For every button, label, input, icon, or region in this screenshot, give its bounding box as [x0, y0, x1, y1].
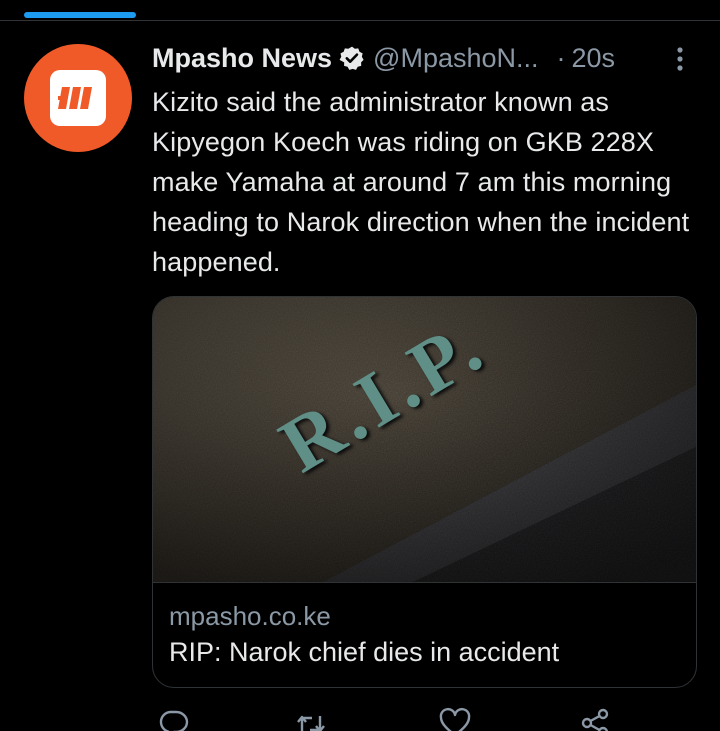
retweet-icon[interactable] [294, 706, 328, 731]
card-domain: mpasho.co.ke [169, 601, 331, 631]
link-card[interactable]: R.I.P. mpasho.co.ke RIP: Narok chief die… [152, 296, 697, 688]
separator-dot: · [556, 42, 566, 73]
timestamp[interactable]: 20s [572, 43, 616, 74]
top-divider [0, 20, 720, 21]
card-image: R.I.P. [153, 297, 696, 582]
avatar[interactable] [24, 44, 132, 152]
heart-icon[interactable] [438, 706, 472, 731]
display-name[interactable]: Mpasho News [152, 43, 332, 74]
verified-badge-icon [339, 45, 365, 71]
card-title[interactable]: RIP: Narok chief dies in accident [169, 637, 559, 668]
action-bar [152, 706, 622, 731]
active-tab-indicator [24, 12, 136, 18]
reply-icon[interactable] [156, 706, 190, 731]
tweet-text: Kizito said the administrator known as K… [152, 87, 690, 277]
mpasho-logo-icon [50, 70, 106, 126]
tweet-header: Mpasho News @MpashoN... · 20s [152, 38, 697, 78]
share-icon[interactable] [578, 706, 612, 731]
card-meta: mpasho.co.ke RIP: Narok chief dies in ac… [153, 582, 696, 687]
more-vertical-icon[interactable] [668, 44, 692, 74]
handle[interactable]: @MpashoN... [373, 43, 538, 74]
tweet-view: Mpasho News @MpashoN... · 20s Kizito sai… [0, 0, 720, 731]
